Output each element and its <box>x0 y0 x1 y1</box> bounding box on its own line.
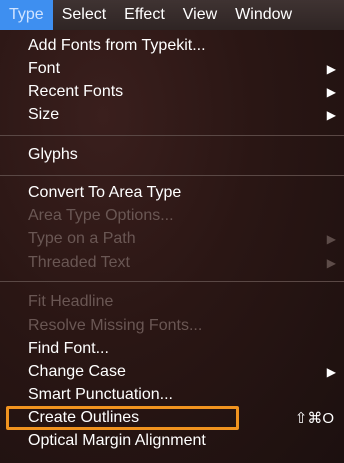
menu-item-label: Fit Headline <box>28 292 114 310</box>
menu-item-label: Change Case <box>28 362 126 380</box>
menubar-window[interactable]: Window <box>226 0 301 30</box>
menu-item-font[interactable]: Font ▶ <box>0 57 344 80</box>
submenu-arrow-icon: ▶ <box>326 107 336 122</box>
menu-item-label: Resolve Missing Fonts... <box>28 316 203 334</box>
menubar-type[interactable]: Type <box>0 0 53 30</box>
menu-item-convert-area-type[interactable]: Convert To Area Type <box>0 181 344 204</box>
menu-item-recent-fonts[interactable]: Recent Fonts ▶ <box>0 80 344 103</box>
menu-item-label: Size <box>28 105 60 123</box>
screen: Type Select Effect View Window Add Fonts… <box>0 0 344 463</box>
menu-separator <box>0 281 344 282</box>
menu-item-label: Glyphs <box>28 145 78 163</box>
menu-item-glyphs[interactable]: Glyphs <box>0 143 344 166</box>
menu-item-label: Type on a Path <box>28 229 136 247</box>
menu-item-threaded-text: Threaded Text ▶ <box>0 251 344 274</box>
submenu-arrow-icon: ▶ <box>326 364 336 379</box>
type-menu-dropdown: Add Fonts from Typekit... Font ▶ Recent … <box>0 30 344 463</box>
submenu-arrow-icon: ▶ <box>326 84 336 99</box>
menu-item-label: Convert To Area Type <box>28 183 182 201</box>
menu-item-label: Font <box>28 59 61 77</box>
menu-item-label: Optical Margin Alignment <box>28 431 206 449</box>
menu-item-size[interactable]: Size ▶ <box>0 103 344 126</box>
menu-item-label: Find Font... <box>28 339 109 357</box>
menu-item-fit-headline: Fit Headline <box>0 290 344 313</box>
submenu-arrow-icon: ▶ <box>326 61 336 76</box>
menu-item-label: Add Fonts from Typekit... <box>28 36 206 54</box>
menu-bar: Type Select Effect View Window <box>0 0 344 30</box>
menu-item-optical-margin-alignment[interactable]: Optical Margin Alignment <box>0 429 344 452</box>
menu-item-smart-punctuation[interactable]: Smart Punctuation... <box>0 383 344 406</box>
menu-item-change-case[interactable]: Change Case ▶ <box>0 360 344 383</box>
submenu-arrow-icon: ▶ <box>326 255 336 270</box>
menu-item-resolve-missing-fonts: Resolve Missing Fonts... <box>0 314 344 337</box>
menu-item-label: Recent Fonts <box>28 82 124 100</box>
menu-item-label: Smart Punctuation... <box>28 385 173 403</box>
create-outlines-highlight-box <box>6 406 239 430</box>
menubar-select[interactable]: Select <box>53 0 115 30</box>
menubar-view[interactable]: View <box>174 0 226 30</box>
menu-item-find-font[interactable]: Find Font... <box>0 337 344 360</box>
menu-separator <box>0 135 344 136</box>
menu-item-label: Area Type Options... <box>28 206 174 224</box>
submenu-arrow-icon: ▶ <box>326 231 336 246</box>
menu-item-area-type-options: Area Type Options... <box>0 204 344 227</box>
menu-item-label: Threaded Text <box>28 253 130 271</box>
menubar-effect[interactable]: Effect <box>115 0 174 30</box>
menu-item-type-on-path: Type on a Path ▶ <box>0 227 344 250</box>
keyboard-shortcut: ⇧⌘O <box>294 409 334 427</box>
menu-separator <box>0 175 344 176</box>
menu-item-add-fonts[interactable]: Add Fonts from Typekit... <box>0 34 344 57</box>
